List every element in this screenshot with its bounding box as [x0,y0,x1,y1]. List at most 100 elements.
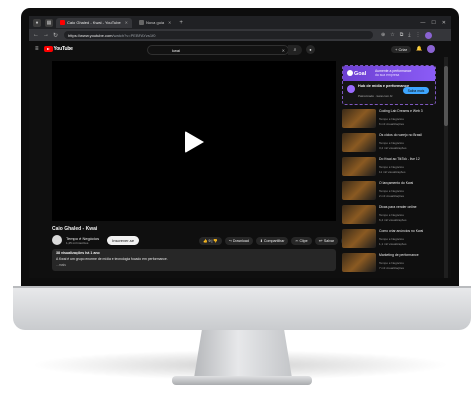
list-item[interactable]: Marketing de performance Tempo é Negócio… [342,253,434,273]
like-dislike-button[interactable]: 👍 9 | 👎 [199,237,222,245]
play-icon[interactable] [185,131,204,153]
browser-profile-icon[interactable]: ● [33,18,41,27]
url-field[interactable]: https://www.youtube.com /watch?v=PEBFAYz… [64,31,374,39]
forward-arrow-icon[interactable]: → [43,32,49,38]
tab-label: Caio Ghaled - Kwai - YouTube [67,20,121,25]
related-stats: 2 mil visualizações [379,194,405,198]
window-controls: — ☐ ✕ [420,20,451,26]
list-item[interactable]: O lançamento do Kwai Tempo é Negócios 2 … [342,181,434,201]
description-text: A Kwai é um grupo enorme de mídia e tecn… [56,257,168,261]
ad-brand-logo: Goal [347,70,366,77]
video-thumbnail[interactable] [342,109,376,128]
related-stats: 6 mil visualizações [379,122,405,126]
monitor-screen: ● ▦ Caio Ghaled - Kwai - YouTube ✕ Nova … [29,16,451,278]
channel-avatar[interactable] [52,235,62,245]
search-icon: ⌕ [293,47,297,53]
youtube-header-actions: + Criar 🔔 [391,45,436,53]
new-tab-favicon-icon [139,20,145,25]
browser-avatar[interactable] [424,31,432,39]
maximize-icon[interactable]: ☐ [431,20,435,26]
video-thumbnail[interactable] [342,157,376,176]
list-item[interactable]: Como criar anúncios no Kwai Tempo é Negó… [342,229,434,249]
url-host: https://www.youtube.com [68,32,113,38]
related-stats: 7 mil visualizações [379,266,405,270]
list-item[interactable]: Do Kwai ao TikTok - live 12 Tempo é Negó… [342,157,434,177]
related-title: Os ciclos do varejo no Brasil [379,133,422,137]
minimize-icon[interactable]: — [420,20,425,26]
youtube-logo[interactable]: YouTube [43,46,73,52]
back-arrow-icon[interactable]: ← [33,32,39,38]
close-window-icon[interactable]: ✕ [442,20,446,26]
monitor-stand-base [172,376,312,385]
video-title: Caio Ghaled - Kwai [52,226,98,232]
ad-sponsor-label: Patrocinado · kwai.com.br [358,94,393,98]
video-actions: 👍 9 | 👎 ↪ Download ⬇ Compartilhar ✂ Clip… [199,237,353,245]
create-button[interactable]: + Criar [391,45,412,53]
list-item[interactable]: Os ciclos do varejo no Brasil Tempo é Ne… [342,133,434,153]
tab-youtube[interactable]: Caio Ghaled - Kwai - YouTube ✕ [56,17,133,28]
related-stats: 6,4 mil visualizações [379,218,407,222]
download-button[interactable]: ↪ Download [224,237,253,245]
video-thumbnail[interactable] [342,133,376,152]
video-thumbnail[interactable] [342,229,376,248]
related-stats: 3,2 mil visualizações [379,146,407,150]
search-query: kwai [172,47,181,53]
ad-cta-button[interactable]: Saiba mais [403,87,429,94]
show-more-link[interactable]: ...mais [56,263,66,267]
video-thumbnail[interactable] [342,205,376,224]
voice-search-button[interactable]: ● [306,45,315,54]
channel-name[interactable]: Tempo é Negócios [66,236,99,241]
subscriber-count: 1,25 mil inscritos [66,240,89,245]
menu-dots-icon[interactable]: ⋮ [416,32,421,38]
search-button[interactable]: ⌕ [288,45,302,55]
youtube-header: ≡ YouTube kwai ✕ ⌕ ● + Criar 🔔 [29,41,451,57]
brand-dot-icon [347,70,353,76]
hamburger-menu-icon[interactable]: ≡ [35,46,39,52]
sponsored-ad-card[interactable]: Goal Aumente a performance da sua empresa… [342,65,436,105]
close-tab-icon[interactable]: ✕ [168,20,171,25]
notifications-bell-icon[interactable]: 🔔 [416,46,422,52]
subscribe-button[interactable]: Inscrever-se [107,235,140,245]
share-button[interactable]: ⬇ Compartilhar [255,237,289,245]
video-player[interactable] [52,61,336,221]
tab-new[interactable]: Nova guia ✕ [135,18,175,28]
browser-tab-bar: ● ▦ Caio Ghaled - Kwai - YouTube ✕ Nova … [29,16,451,29]
monitor-chin-edge [13,286,471,288]
related-stats: 1,1 mil visualizações [379,242,407,246]
save-button[interactable]: ≡+ Salvar [314,237,339,245]
monitor-chin [13,286,471,330]
related-title: Dicas para vender online [379,205,417,209]
scrollbar-thumb[interactable] [444,66,448,126]
search-input[interactable]: kwai ✕ [147,45,289,55]
description-box[interactable]: 38 visualizações há 1 ano A Kwai é um gr… [52,249,336,271]
video-thumbnail[interactable] [342,181,376,200]
translate-icon[interactable]: ⊕ [381,32,385,38]
related-title: O lançamento do Kwai [379,181,414,185]
list-item[interactable]: Coding Lab Dreams e Web 3 Tempo é Negóci… [342,109,434,129]
reload-icon[interactable]: ↻ [53,32,58,39]
browser-toolbar-icons: ⊕ ☆ ⧉ ⤓ ⋮ [381,32,420,38]
related-title: Como criar anúncios no Kwai [379,229,424,233]
microphone-icon: ● [309,47,312,52]
youtube-favicon-icon [60,20,65,25]
account-avatar[interactable] [427,45,436,53]
youtube-play-logo-icon [43,46,53,52]
close-tab-icon[interactable]: ✕ [125,20,128,25]
ad-tagline: Aumente a performance da sua empresa [375,69,411,77]
downloads-icon[interactable]: ⤓ [408,32,410,38]
bookmark-star-icon[interactable]: ☆ [390,32,394,38]
ad-brand-text: Goal [354,71,367,77]
video-thumbnail[interactable] [342,253,376,272]
browser-address-bar: ← → ↻ https://www.youtube.com /watch?v=P… [29,29,451,41]
new-tab-plus-icon[interactable]: + [179,20,183,26]
views-date: 38 visualizações há 1 ano [56,251,100,255]
extensions-icon[interactable]: ⧉ [400,32,404,38]
tab-label: Nova guia [146,20,165,25]
url-path: /watch?v=PEBFAYzs1f0 [112,32,156,38]
clip-button[interactable]: ✂ Clipe [291,237,312,245]
clear-search-icon[interactable]: ✕ [282,48,285,53]
ad-headline: Hub de mídia e performance [358,84,410,88]
tab-grid-icon[interactable]: ▦ [45,18,53,27]
list-item[interactable]: Dicas para vender online Tempo é Negócio… [342,205,434,225]
ad-tagline-sub: da sua empresa [375,73,400,77]
